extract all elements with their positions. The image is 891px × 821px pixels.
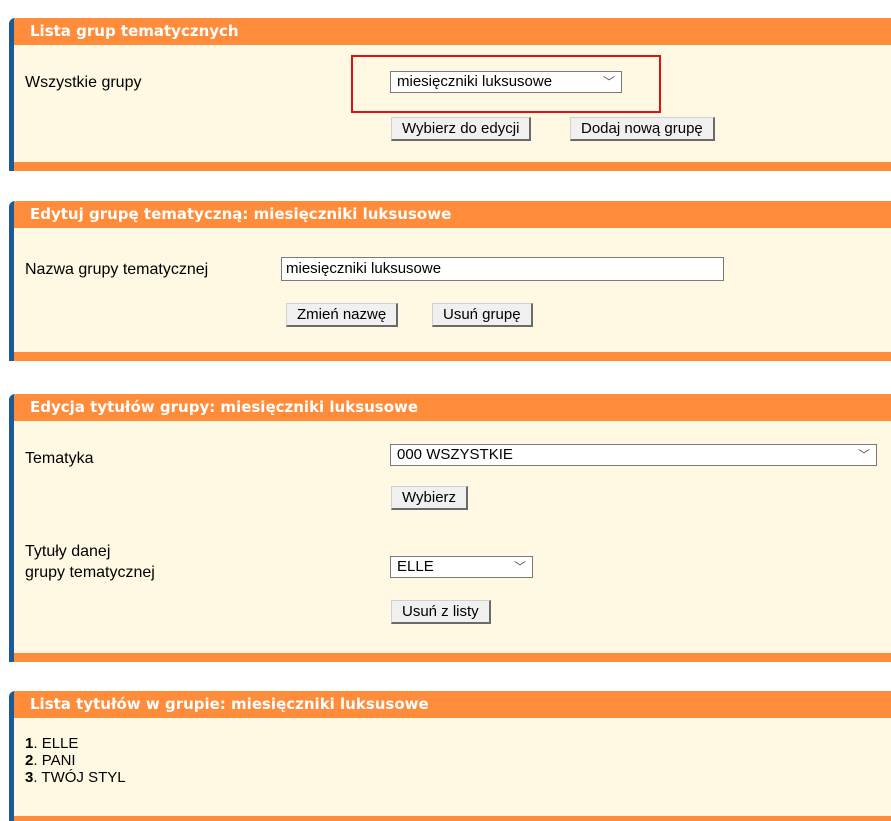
panel-footer-bar [14, 653, 891, 662]
titles-label-line2: grupy tematycznej [25, 564, 155, 581]
remove-from-list-button[interactable]: Usuń z listy [391, 600, 491, 624]
list-item: 3. TWÓJ STYL [25, 769, 126, 786]
panel-footer-bar [14, 816, 891, 821]
edit-group-panel: Edytuj grupę tematyczną: miesięczniki lu… [9, 201, 891, 361]
titles-label: Tytuły danej grupy tematycznej [25, 541, 155, 583]
topic-select[interactable]: 000 WSZYSTKIE ﹀ [390, 444, 877, 466]
selection-highlight-box [351, 55, 661, 113]
topic-label: Tematyka [25, 450, 94, 467]
title-select-value: ELLE [397, 558, 434, 575]
chevron-down-icon: ﹀ [857, 448, 870, 462]
rename-button[interactable]: Zmień nazwę [286, 303, 399, 327]
all-groups-label: Wszystkie grupy [25, 74, 142, 91]
add-group-button[interactable]: Dodaj nową grupę [570, 117, 715, 141]
delete-group-button[interactable]: Usuń grupę [432, 303, 533, 327]
group-name-input[interactable]: miesięczniki luksusowe [281, 257, 724, 281]
topic-select-value: 000 WSZYSTKIE [397, 446, 513, 463]
titles-label-line1: Tytuły danej [25, 543, 111, 560]
titles-list-panel: Lista tytułów w grupie: miesięczniki luk… [9, 691, 891, 821]
titles-list-panel-header: Lista tytułów w grupie: miesięczniki luk… [14, 691, 891, 718]
edit-group-panel-header: Edytuj grupę tematyczną: miesięczniki lu… [14, 201, 891, 228]
group-list-panel: Lista grup tematycznych Wszystkie grupy … [9, 18, 891, 171]
group-name-label: Nazwa grupy tematycznej [25, 261, 209, 278]
panel-footer-bar [14, 162, 891, 171]
title-select[interactable]: ELLE ﹀ [390, 556, 533, 578]
edit-titles-panel-header: Edycja tytułów grupy: miesięczniki luksu… [14, 394, 891, 421]
group-list-panel-header: Lista grup tematycznych [14, 18, 891, 45]
select-for-edit-button[interactable]: Wybierz do edycji [391, 117, 532, 141]
edit-titles-panel: Edycja tytułów grupy: miesięczniki luksu… [9, 394, 891, 662]
titles-list: 1. ELLE 2. PANI 3. TWÓJ STYL [25, 735, 126, 786]
list-item: 2. PANI [25, 752, 76, 769]
list-item: 1. ELLE [25, 735, 79, 752]
choose-topic-button[interactable]: Wybierz [391, 486, 469, 510]
panel-footer-bar [14, 352, 891, 361]
chevron-down-icon: ﹀ [513, 560, 526, 574]
